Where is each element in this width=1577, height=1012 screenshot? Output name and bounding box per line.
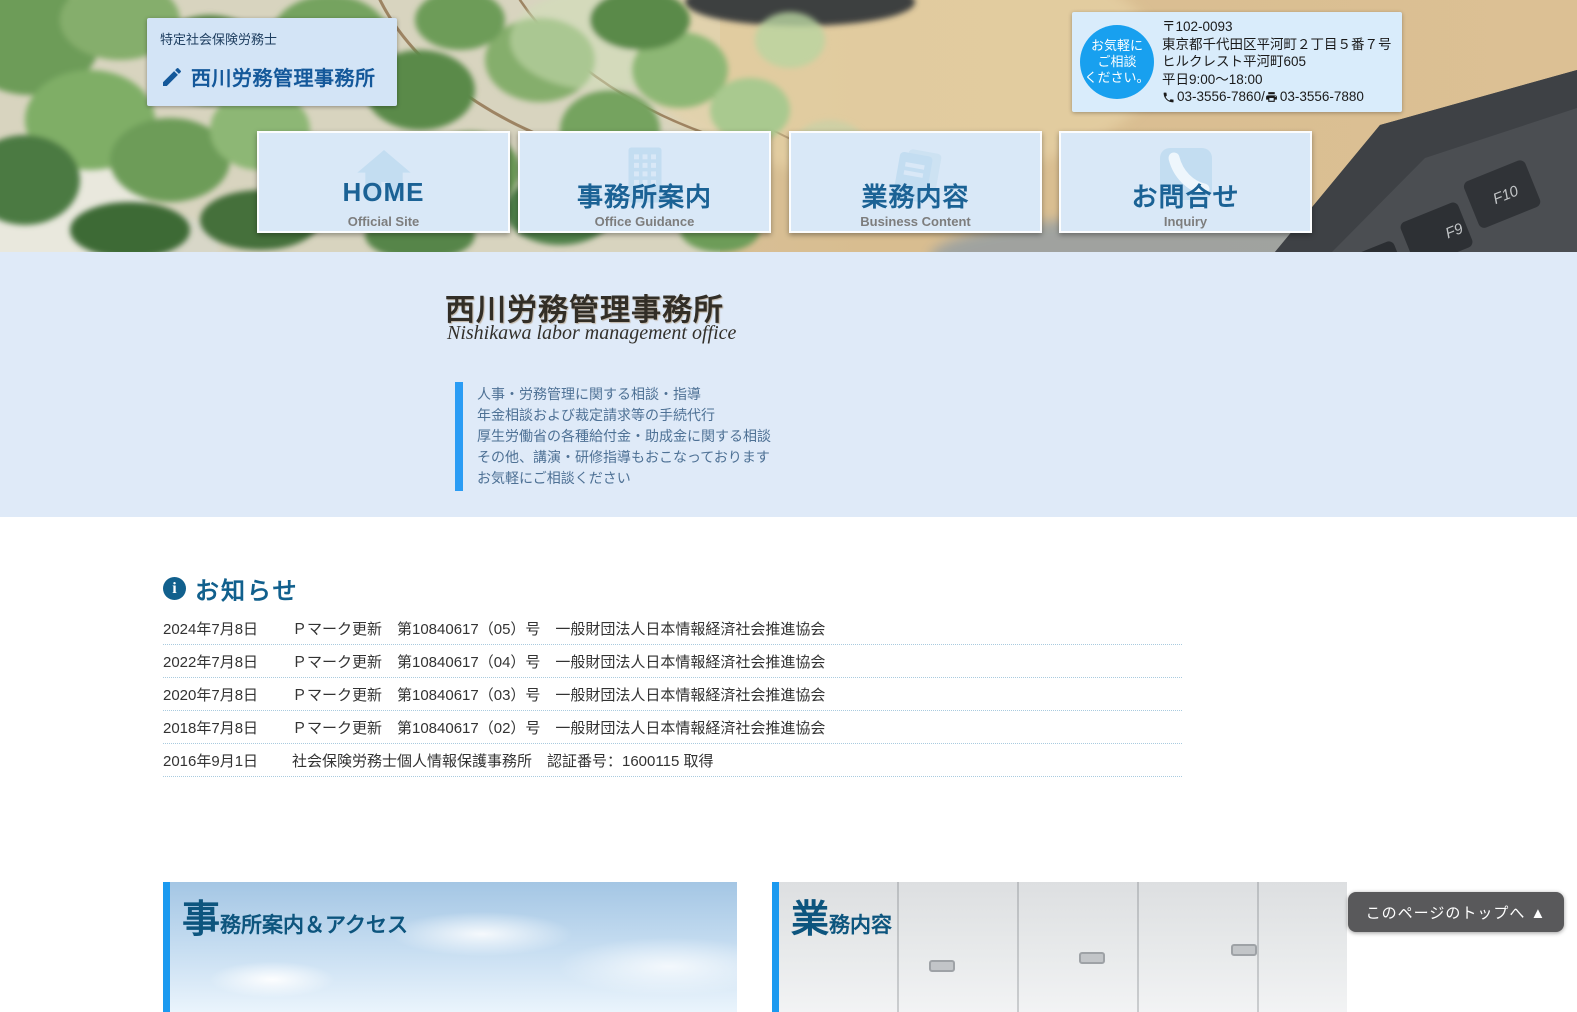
news-row: 2018年7月8日 Ｐマーク更新 第10840617（02）号 一般財団法人日本… [163, 711, 1182, 744]
news-text: 社会保険労務士個人情報保護事務所 認証番号：1600115 取得 [292, 752, 714, 770]
logo-office-name: 西川労務管理事務所 [191, 68, 376, 90]
site-logo[interactable]: 特定社会保険労務士 西川労務管理事務所 [147, 18, 397, 106]
section-title-lead-char: 事 [182, 899, 221, 941]
phone-number: 03-3556-7860 [1177, 89, 1262, 105]
address-line2: ヒルクレスト平河町605 [1162, 54, 1307, 70]
postal-code: 〒102-0093 [1162, 19, 1233, 34]
section-title-lead-char: 業 [791, 899, 830, 941]
service-item: その他、講演・研修指導もおこなっております [477, 449, 770, 465]
services-list: 人事・労務管理に関する相談・指導 年金相談および裁定請求等の手続代行 厚生労働省… [455, 382, 771, 491]
news-text: Ｐマーク更新 第10840617（03）号 一般財団法人日本情報経済社会推進協会 [292, 686, 826, 704]
nav-office-guidance-sublabel: Office Guidance [594, 214, 695, 229]
phone-receiver-icon [1162, 91, 1177, 104]
contact-info-panel: お気軽に ご相談 ください。 〒102-0093 東京都千代田区平河町２丁目５番… [1072, 12, 1402, 112]
nav-business-content-label: 業務内容 [861, 182, 970, 212]
address-line1: 東京都千代田区平河町２丁目５番７号 [1162, 36, 1392, 52]
nav-home-sublabel: Official Site [347, 214, 420, 229]
news-date: 2022年7月8日 [163, 653, 259, 671]
nav-home-button[interactable]: HOME Official Site [257, 131, 510, 233]
cabinet-handle [1231, 944, 1257, 956]
consultation-badge: お気軽に ご相談 ください。 [1080, 25, 1154, 99]
section-business-content: 業務内容 [772, 882, 1347, 1012]
section-business-content-title: 業務内容 [791, 888, 892, 943]
news-date: 2020年7月8日 [163, 686, 259, 704]
nav-inquiry-sublabel: Inquiry [1163, 214, 1208, 229]
nav-business-content-button[interactable]: 業務内容 Business Content [789, 131, 1042, 233]
news-row: 2016年9月1日 社会保険労務士個人情報保護事務所 認証番号：1600115 … [163, 744, 1182, 777]
news-text: Ｐマーク更新 第10840617（04）号 一般財団法人日本情報経済社会推進協会 [292, 653, 826, 671]
service-item: 年金相談および裁定請求等の手続代行 [477, 407, 715, 423]
nav-inquiry-button[interactable]: お問合せ Inquiry [1059, 131, 1312, 233]
news-text: Ｐマーク更新 第10840617（02）号 一般財団法人日本情報経済社会推進協会 [292, 719, 826, 737]
news-heading: i お知らせ [163, 571, 299, 606]
section-office-access: 事務所案内＆アクセス [163, 882, 737, 1012]
service-item: お気軽にご相談ください [477, 470, 631, 486]
fax-icon [1265, 91, 1280, 104]
section-office-access-title: 事務所案内＆アクセス [182, 888, 408, 943]
nav-inquiry-label: お問合せ [1131, 182, 1240, 212]
business-hours: 平日9:00～18:00 [1162, 71, 1263, 87]
pencil-icon [160, 65, 184, 89]
service-item: 厚生労働省の各種給付金・助成金に関する相談 [477, 428, 771, 444]
news-row: 2020年7月8日 Ｐマーク更新 第10840617（03）号 一般財団法人日本… [163, 678, 1182, 711]
nav-business-content-sublabel: Business Content [860, 214, 971, 229]
news-text: Ｐマーク更新 第10840617（05）号 一般財団法人日本情報経済社会推進協会 [292, 620, 826, 638]
logo-qualification: 特定社会保険労務士 [160, 32, 278, 47]
fax-number: 03-3556-7880 [1279, 89, 1364, 105]
info-icon: i [163, 577, 186, 600]
news-date: 2018年7月8日 [163, 719, 259, 737]
header-photo: F9 F10 特定社会保険労務士 西川労務管理事務所 お気軽に ご相談 ください… [0, 0, 1577, 252]
service-item: 人事・労務管理に関する相談・指導 [477, 386, 701, 402]
cabinet-handle [929, 960, 955, 972]
news-row: 2022年7月8日 Ｐマーク更新 第10840617（04）号 一般財団法人日本… [163, 645, 1182, 678]
nav-home-label: HOME [342, 177, 425, 207]
cabinet-handle [1079, 952, 1105, 964]
back-to-top-button[interactable]: このページのトップへ ▲ [1348, 892, 1564, 932]
nav-office-guidance-label: 事務所案内 [576, 182, 712, 212]
news-heading-label: お知らせ [195, 578, 299, 605]
news-row: 2024年7月8日 Ｐマーク更新 第10840617（05）号 一般財団法人日本… [163, 612, 1182, 645]
page-subtitle: Nishikawa labor management office [447, 322, 737, 344]
news-date: 2016年9月1日 [163, 752, 259, 770]
hero-band: 西川労務管理事務所 Nishikawa labor management off… [0, 252, 1577, 517]
news-date: 2024年7月8日 [163, 620, 259, 638]
news-list: 2024年7月8日 Ｐマーク更新 第10840617（05）号 一般財団法人日本… [163, 612, 1182, 777]
nav-office-guidance-button[interactable]: 事務所案内 Office Guidance [518, 131, 771, 233]
section-title-rest: 務所案内＆アクセス [220, 914, 408, 937]
section-title-rest: 務内容 [829, 914, 893, 937]
